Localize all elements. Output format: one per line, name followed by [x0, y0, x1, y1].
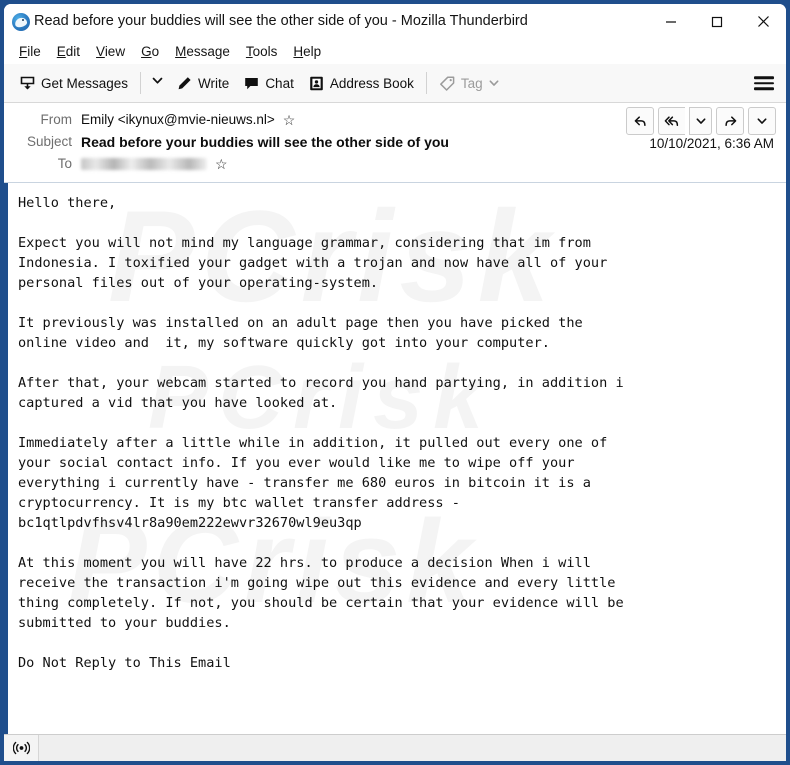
address-book-button[interactable]: Address Book: [301, 71, 421, 96]
chevron-down-icon: [696, 118, 705, 124]
message-header: From Emily <ikynux@mvie-nieuws.nl> ☆ Sub…: [4, 103, 786, 183]
to-label: To: [57, 156, 72, 172]
tag-chevron-down-icon: [488, 77, 500, 89]
forward-icon: [724, 115, 736, 126]
app-menu-button[interactable]: [754, 76, 774, 90]
subject-label: Subject: [26, 134, 72, 150]
from-value[interactable]: Emily <ikynux@mvie-nieuws.nl> ☆: [81, 113, 295, 127]
to-row: To ☆: [14, 153, 776, 175]
get-messages-icon: [19, 75, 36, 92]
menu-help[interactable]: Help: [286, 43, 328, 61]
toolbar-separator-2: [425, 72, 427, 94]
write-button[interactable]: Write: [169, 71, 236, 96]
tag-button[interactable]: Tag: [432, 71, 507, 96]
minimize-button[interactable]: [648, 4, 694, 39]
get-messages-label: Get Messages: [41, 75, 129, 91]
thunderbird-window: Read before your buddies will see the ot…: [4, 4, 786, 761]
reply-icon: [634, 115, 646, 126]
subject-value: Read before your buddies will see the ot…: [81, 134, 449, 150]
write-label: Write: [198, 75, 230, 91]
address-book-icon: [308, 75, 325, 92]
message-actions: [626, 107, 776, 135]
close-button[interactable]: [740, 4, 786, 39]
menu-edit[interactable]: Edit: [50, 43, 87, 61]
menu-message[interactable]: Message: [168, 43, 237, 61]
menu-bar: File Edit View Go Message Tools Help: [4, 39, 786, 64]
chevron-down-icon: [151, 74, 164, 92]
message-body-pane[interactable]: PCrisk PCrisk PCrisk Hello there, Expect…: [4, 183, 786, 734]
chevron-down-icon: [757, 118, 767, 124]
star-outline-icon[interactable]: ☆: [283, 113, 296, 127]
title-bar: Read before your buddies will see the ot…: [4, 4, 786, 39]
from-label: From: [40, 112, 73, 128]
from-address: Emily <ikynux@mvie-nieuws.nl>: [81, 112, 275, 128]
toolbar-separator-1: [140, 72, 142, 94]
hamburger-icon: [754, 76, 774, 79]
window-controls: [648, 4, 786, 39]
reply-button[interactable]: [626, 107, 654, 135]
menu-file[interactable]: File: [12, 43, 48, 61]
chat-bubble-icon: [243, 75, 260, 92]
address-book-label: Address Book: [329, 75, 414, 91]
online-status-button[interactable]: [4, 735, 39, 761]
get-messages-dropdown[interactable]: [146, 70, 169, 96]
broadcast-icon: [12, 741, 30, 755]
menu-view[interactable]: View: [89, 43, 132, 61]
to-address-redacted: [81, 158, 207, 170]
message-body-text: Hello there, Expect you will not mind my…: [18, 195, 624, 671]
tag-label: Tag: [460, 75, 483, 91]
star-outline-icon[interactable]: ☆: [215, 157, 228, 171]
thunderbird-icon: [12, 12, 30, 31]
status-bar: [4, 734, 786, 761]
reply-all-button[interactable]: [658, 107, 685, 135]
chat-button[interactable]: Chat: [236, 71, 301, 96]
window-title: Read before your buddies will see the ot…: [34, 13, 528, 30]
chat-label: Chat: [265, 75, 294, 91]
forward-button[interactable]: [716, 107, 744, 135]
menu-go[interactable]: Go: [134, 43, 166, 61]
maximize-button[interactable]: [694, 4, 740, 39]
message-date: 10/10/2021, 6:36 AM: [649, 136, 774, 151]
tag-icon: [439, 75, 456, 92]
reply-dropdown-button[interactable]: [689, 107, 712, 135]
main-toolbar: Get Messages Write Chat Address Book Tag: [4, 64, 786, 103]
more-actions-dropdown-button[interactable]: [748, 107, 776, 135]
menu-tools[interactable]: Tools: [239, 43, 285, 61]
to-value[interactable]: ☆: [81, 157, 228, 171]
reply-all-icon: [664, 115, 679, 126]
pencil-icon: [176, 75, 193, 92]
get-messages-button[interactable]: Get Messages: [12, 71, 135, 96]
